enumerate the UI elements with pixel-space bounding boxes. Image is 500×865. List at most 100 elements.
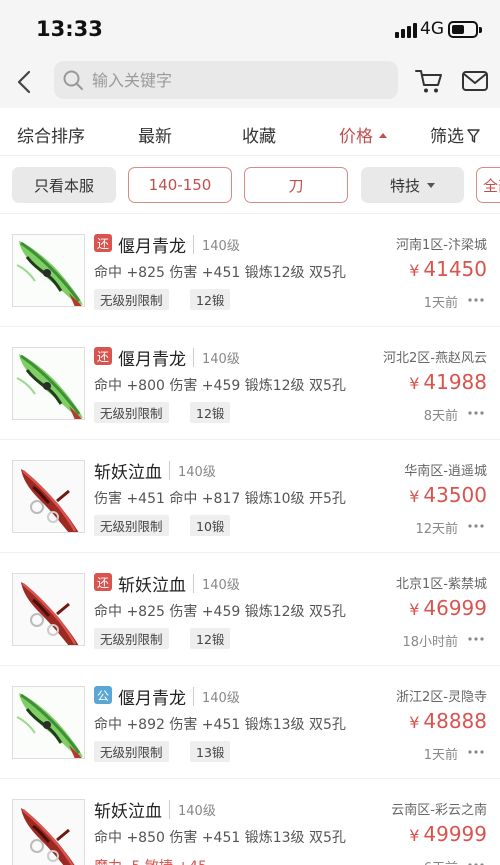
more-icon[interactable] <box>468 637 484 641</box>
cart-icon[interactable] <box>414 66 444 96</box>
chip-this-server-only[interactable]: 只看本服 <box>12 167 116 203</box>
listing-item[interactable]: 还 偃月青龙 140级 命中 +825 伤害 +451 锻炼12级 双5孔 无级… <box>0 214 500 327</box>
price-value: 49999 <box>423 822 487 846</box>
item-name: 斩妖泣血 <box>118 576 186 596</box>
listed-time: 12天前 <box>415 522 458 537</box>
chip-special-skill-label: 特技 <box>389 176 420 195</box>
green-blade-icon <box>12 234 85 307</box>
item-price: ¥41450 <box>409 257 487 281</box>
yen-symbol: ¥ <box>409 374 420 393</box>
listing-item[interactable]: 还 斩妖泣血 140级 命中 +825 伤害 +459 锻炼12级 双5孔 无级… <box>0 553 500 666</box>
level-limit-pill: 无级别限制 <box>94 402 169 423</box>
listing-item[interactable]: 斩妖泣血 140级 命中 +850 伤害 +451 锻炼13级 双5孔 魔力 -… <box>0 779 500 865</box>
listed-time: 18小时前 <box>402 635 458 650</box>
item-price: ¥48888 <box>409 709 487 733</box>
public-tag-icon: 公 <box>94 686 112 704</box>
network-type: 4G <box>420 19 444 39</box>
item-bonus-stats: 魔力 -5 敏捷 +45 <box>94 856 207 865</box>
yen-symbol: ¥ <box>409 713 420 732</box>
item-price: ¥46999 <box>409 596 487 620</box>
more-icon[interactable] <box>468 298 484 302</box>
forge-level-pill: 12锻 <box>190 402 231 423</box>
red-blade-icon <box>12 799 85 865</box>
item-price: ¥43500 <box>409 483 487 507</box>
item-level: 140级 <box>169 461 216 480</box>
yen-symbol: ¥ <box>409 487 420 506</box>
green-blade-icon <box>12 686 85 759</box>
signal-icon <box>395 22 417 38</box>
item-stats: 命中 +850 伤害 +451 锻炼13级 双5孔 <box>94 830 346 846</box>
listed-time: 1天前 <box>423 748 458 763</box>
return-tag-icon: 还 <box>94 234 112 252</box>
search-icon <box>63 70 83 90</box>
filter-icon <box>467 129 480 143</box>
search-header <box>0 58 500 108</box>
server-name: 云南区-彩云之南 <box>391 803 487 818</box>
level-limit-pill: 无级别限制 <box>94 289 169 310</box>
sort-comprehensive[interactable]: 综合排序 <box>17 122 85 147</box>
item-level: 140级 <box>193 574 240 593</box>
item-name: 偃月青龙 <box>118 237 186 257</box>
sort-favorites[interactable]: 收藏 <box>242 122 276 147</box>
mail-icon[interactable] <box>461 68 489 94</box>
more-icon[interactable] <box>468 750 484 754</box>
sort-ascending-icon <box>379 132 387 138</box>
red-blade-icon <box>12 460 85 533</box>
search-box[interactable] <box>54 61 398 99</box>
forge-level-pill: 12锻 <box>190 289 231 310</box>
item-level: 140级 <box>193 235 240 254</box>
item-level: 140级 <box>193 687 240 706</box>
item-stats: 伤害 +451 命中 +817 锻炼10级 开5孔 <box>94 491 346 507</box>
chip-weapon-type[interactable]: 刀 <box>244 167 348 203</box>
search-input[interactable] <box>92 61 382 99</box>
yen-symbol: ¥ <box>409 261 420 280</box>
price-value: 41450 <box>423 257 487 281</box>
price-value: 48888 <box>423 709 487 733</box>
listing-item[interactable]: 公 偃月青龙 140级 命中 +892 伤害 +451 锻炼13级 双5孔 无级… <box>0 666 500 779</box>
server-name: 北京1区-紫禁城 <box>396 577 487 592</box>
listed-time: 8天前 <box>423 409 458 424</box>
price-value: 46999 <box>423 596 487 620</box>
server-name: 浙江2区-灵隐寺 <box>396 690 487 705</box>
battery-icon <box>448 21 482 38</box>
sort-latest[interactable]: 最新 <box>138 122 172 147</box>
item-name: 偃月青龙 <box>118 350 186 370</box>
status-bar: 13:33 4G <box>0 0 500 58</box>
level-limit-pill: 无级别限制 <box>94 741 169 762</box>
forge-level-pill: 10锻 <box>190 515 231 536</box>
item-name: 斩妖泣血 <box>94 463 162 483</box>
item-price: ¥49999 <box>409 822 487 846</box>
listed-time: 6天前 <box>424 857 458 865</box>
item-name: 偃月青龙 <box>118 689 186 709</box>
chip-special-skill[interactable]: 特技 <box>361 167 464 203</box>
green-blade-icon <box>12 347 85 420</box>
listing-item[interactable]: 还 偃月青龙 140级 命中 +800 伤害 +459 锻炼12级 双5孔 无级… <box>0 327 500 440</box>
sort-price-label: 价格 <box>339 127 373 147</box>
more-icon[interactable] <box>468 524 484 528</box>
sort-bar: 综合排序 最新 收藏 价格 筛选 <box>0 108 500 156</box>
more-icon[interactable] <box>468 411 484 415</box>
server-name: 华南区-逍遥城 <box>404 464 487 479</box>
caret-down-icon <box>427 182 435 188</box>
price-value: 41988 <box>423 370 487 394</box>
back-icon[interactable] <box>10 64 40 100</box>
item-price: ¥41988 <box>409 370 487 394</box>
item-stats: 命中 +800 伤害 +459 锻炼12级 双5孔 <box>94 378 346 394</box>
yen-symbol: ¥ <box>409 600 420 619</box>
red-blade-icon <box>12 573 85 646</box>
level-limit-pill: 无级别限制 <box>94 628 169 649</box>
listed-time: 1天前 <box>423 296 458 311</box>
status-time: 13:33 <box>36 17 103 41</box>
chip-all[interactable]: 全部 <box>476 167 500 203</box>
item-stats: 命中 +825 伤害 +451 锻炼12级 双5孔 <box>94 265 346 281</box>
forge-level-pill: 12锻 <box>190 628 231 649</box>
listing-list: 还 偃月青龙 140级 命中 +825 伤害 +451 锻炼12级 双5孔 无级… <box>0 214 500 865</box>
chip-level-range[interactable]: 140-150 <box>128 167 232 203</box>
sort-price[interactable]: 价格 <box>339 122 387 147</box>
listing-item[interactable]: 斩妖泣血 140级 伤害 +451 命中 +817 锻炼10级 开5孔 无级别限… <box>0 440 500 553</box>
server-name: 河南1区-汴梁城 <box>396 238 487 253</box>
level-limit-pill: 无级别限制 <box>94 515 169 536</box>
forge-level-pill: 13锻 <box>190 741 231 762</box>
filter-button[interactable]: 筛选 <box>430 122 480 147</box>
item-stats: 命中 +892 伤害 +451 锻炼13级 双5孔 <box>94 717 346 733</box>
